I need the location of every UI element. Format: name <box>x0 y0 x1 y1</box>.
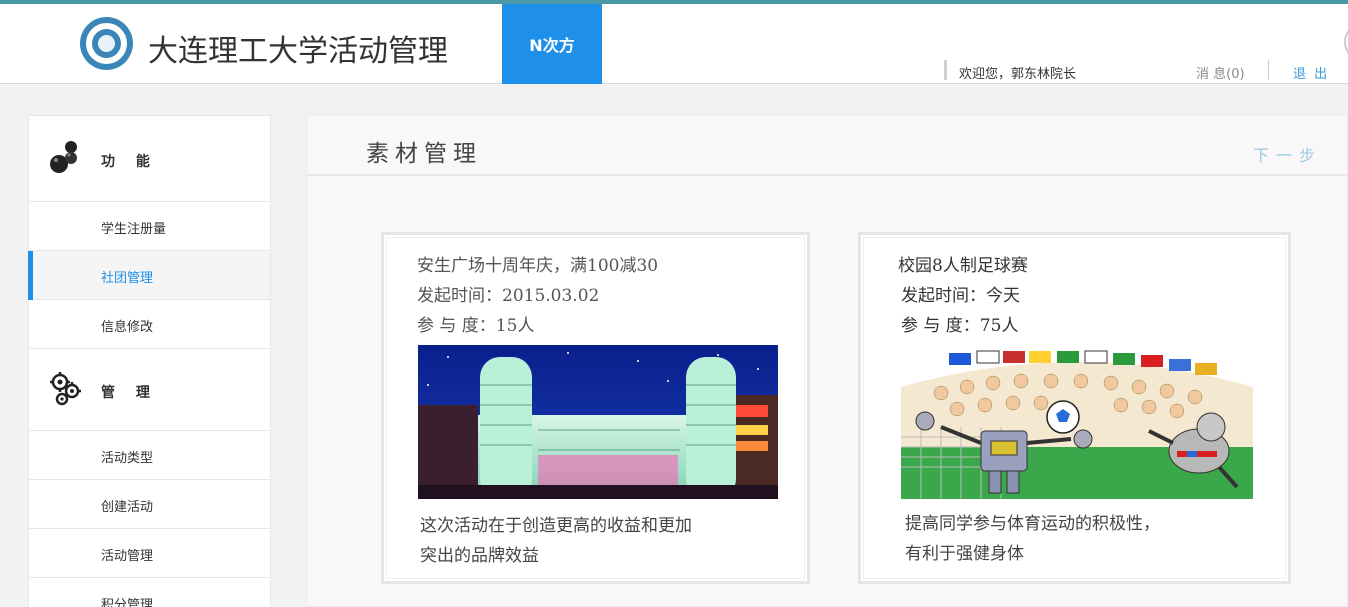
page-title: 素材管理 <box>366 141 482 167</box>
header: 大连理工大学活动管理 N次方 欢迎您，郭东林院长 消 息(0) 退 出 <box>0 4 1348 84</box>
sidebar-section-functions: 功 能 <box>29 116 270 202</box>
sidebar-item-label: 信息修改 <box>101 320 154 335</box>
welcome-divider <box>944 60 947 80</box>
sidebar-item-label: 学生注册量 <box>101 222 167 237</box>
sidebar-item-label: 活动类型 <box>101 451 154 466</box>
card-start-time: 发起时间：2015.03.02 <box>417 286 600 306</box>
card-participation: 参 与 度：15人 <box>417 316 535 336</box>
card-title: 安生广场十周年庆，满100减30 <box>417 256 659 276</box>
site-title: 大连理工大学活动管理 <box>148 34 448 69</box>
gears-icon <box>50 372 81 406</box>
card-description-line: 突出的品牌效益 <box>420 546 539 566</box>
sidebar-section-management: 管 理 <box>29 349 270 431</box>
next-step-button[interactable]: 下一步 <box>1253 142 1322 166</box>
card-description: 提高同学参与体育运动的积极性， 有利于强健身体 <box>905 509 1160 569</box>
sidebar-item-student-registration[interactable]: 学生注册量 <box>29 202 270 251</box>
bubbles-icon <box>50 141 77 173</box>
card-description-line: 有利于强健身体 <box>905 544 1024 564</box>
sidebar-item-activity-types[interactable]: 活动类型 <box>29 431 270 480</box>
card-description-line: 这次活动在于创造更高的收益和更加 <box>420 516 692 536</box>
section-label: 管 理 <box>101 385 158 401</box>
header-divider <box>1268 60 1269 80</box>
brand-tab[interactable]: N次方 <box>502 4 602 84</box>
user-avatar[interactable] <box>1344 22 1348 62</box>
sidebar-item-label: 活动管理 <box>101 549 154 564</box>
messages-link[interactable]: 消 息(0) <box>1196 63 1245 82</box>
main-panel: 素材管理 下一步 安生广场十周年庆，满100减30 发起时间：2015.03.0… <box>306 115 1348 607</box>
activity-card[interactable]: 校园8人制足球赛 发起时间：今天 参 与 度：75人 提高同学参与体育运动的积极… <box>858 232 1291 584</box>
sidebar: 功 能 学生注册量 社团管理 信息修改 管 理 活动类型 创建活动 活动管理 积… <box>28 115 271 607</box>
sidebar-item-points-management[interactable]: 积分管理 <box>29 578 270 607</box>
sidebar-item-info-edit[interactable]: 信息修改 <box>29 300 270 349</box>
welcome-text: 欢迎您，郭东林院长 <box>959 67 1077 82</box>
card-description: 这次活动在于创造更高的收益和更加 突出的品牌效益 <box>420 511 692 571</box>
section-label: 功 能 <box>101 154 158 170</box>
logout-link[interactable]: 退 出 <box>1293 63 1329 82</box>
sidebar-item-label: 积分管理 <box>101 598 154 607</box>
sidebar-item-label: 创建活动 <box>101 500 154 515</box>
card-participation: 参 与 度：75人 <box>901 316 1019 336</box>
sidebar-item-activity-management[interactable]: 活动管理 <box>29 529 270 578</box>
card-title: 校园8人制足球赛 <box>898 256 1028 276</box>
sidebar-item-create-activity[interactable]: 创建活动 <box>29 480 270 529</box>
card-start-time: 发起时间：今天 <box>901 286 1020 306</box>
university-logo-icon <box>80 17 133 70</box>
mall-night-photo <box>418 345 778 499</box>
main-header: 素材管理 下一步 <box>307 116 1348 176</box>
activity-card[interactable]: 安生广场十周年庆，满100减30 发起时间：2015.03.02 参 与 度：1… <box>381 232 810 584</box>
sidebar-item-label: 社团管理 <box>101 271 154 286</box>
card-description-line: 提高同学参与体育运动的积极性， <box>905 514 1160 534</box>
robot-soccer-cartoon <box>901 347 1253 499</box>
sidebar-item-club-management[interactable]: 社团管理 <box>28 251 270 300</box>
